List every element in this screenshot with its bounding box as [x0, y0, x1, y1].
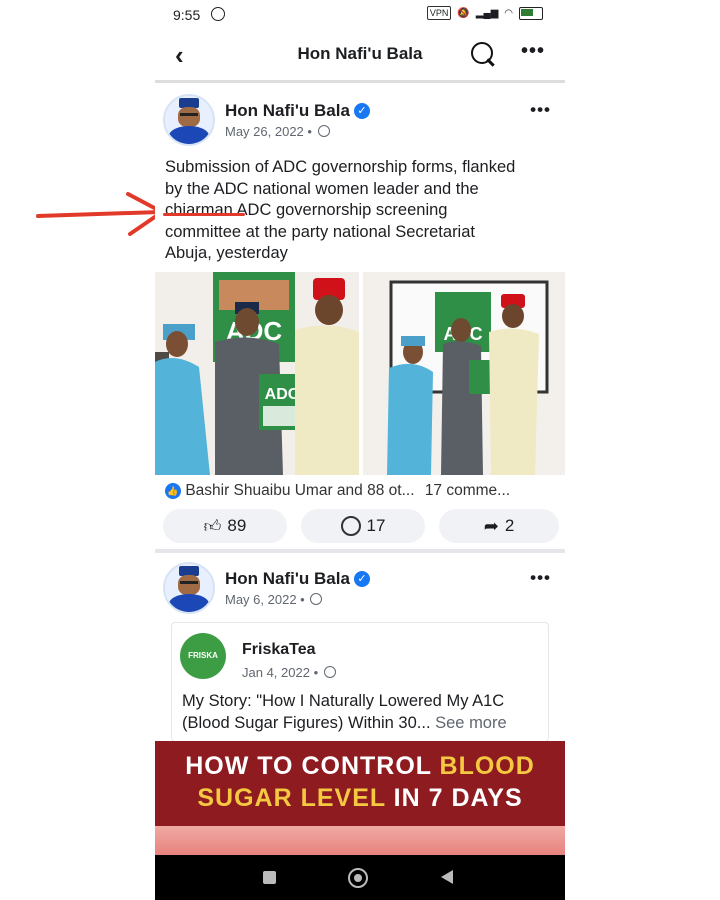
red-underline-annotation — [163, 213, 245, 216]
post-photo-left[interactable]: ADC ADC — [155, 272, 359, 475]
reactions-summary[interactable]: 👍 Bashir Shuaibu Umar and 88 ot... 17 co… — [165, 482, 560, 500]
status-bar: 9:55 VPN 🔕 ▂▄▆ ◠ — [155, 0, 565, 30]
share-button[interactable]: ➦ 2 — [439, 509, 559, 543]
recents-button[interactable] — [263, 871, 276, 884]
post-options-icon[interactable]: ••• — [530, 568, 551, 588]
search-icon[interactable] — [471, 42, 493, 64]
battery-icon — [519, 6, 543, 20]
verified-badge-icon: ✓ — [353, 103, 370, 119]
post-author[interactable]: Hon Nafi'u Bala ✓ — [225, 569, 370, 589]
post-options-icon[interactable]: ••• — [530, 100, 551, 120]
globe-icon — [310, 593, 323, 605]
shared-date: Jan 4, 2022 • — [242, 665, 336, 680]
wifi-icon: ◠ — [504, 7, 513, 19]
mute-icon: 🔕 — [457, 7, 470, 19]
avatar[interactable] — [163, 562, 215, 614]
shared-post-card[interactable]: FRISKA FriskaTea Jan 4, 2022 • My Story:… — [171, 622, 549, 742]
shared-author[interactable]: FriskaTea — [242, 641, 316, 659]
share-arrow-icon: ➦ — [483, 515, 499, 536]
status-time: 9:55 — [173, 7, 201, 23]
photo-box-text: ADC — [265, 386, 300, 403]
thumbs-up-icon: 👍︎ — [203, 516, 222, 536]
ad-image-lower[interactable] — [155, 826, 565, 855]
verified-badge-icon: ✓ — [353, 571, 370, 587]
back-button[interactable] — [441, 870, 453, 884]
like-button[interactable]: 👍︎ 89 — [163, 509, 287, 543]
comment-bubble-icon — [340, 516, 361, 536]
more-options-icon[interactable]: ••• — [521, 40, 545, 63]
globe-icon — [317, 125, 330, 137]
post-photo-right[interactable]: ADC — [363, 272, 565, 475]
page-title: Hon Nafi'u Bala — [297, 44, 423, 63]
like-reaction-icon: 👍 — [165, 483, 181, 499]
post-author[interactable]: Hon Nafi'u Bala ✓ — [225, 101, 370, 121]
whatsapp-icon — [211, 7, 225, 21]
system-nav-bar — [155, 855, 565, 900]
red-arrow-annotation — [36, 192, 164, 236]
post-date: May 6, 2022 • — [225, 592, 323, 607]
ad-banner-image[interactable]: HOW TO CONTROL BLOOD SUGAR LEVEL IN 7 DA… — [155, 741, 565, 826]
see-more-link[interactable]: See more — [435, 714, 507, 732]
post-text: Submission of ADC governorship forms, fl… — [165, 158, 516, 262]
phone-screen: 9:55 VPN 🔕 ▂▄▆ ◠ ‹ Hon Nafi'u Bala ••• H… — [155, 0, 565, 900]
post-divider — [155, 549, 565, 553]
home-button[interactable] — [348, 868, 368, 888]
vpn-icon: VPN — [426, 6, 452, 20]
app-header: ‹ Hon Nafi'u Bala ••• — [155, 30, 565, 83]
post-date: May 26, 2022 • — [225, 124, 330, 139]
globe-icon — [323, 666, 336, 678]
shared-text: My Story: "How I Naturally Lowered My A1… — [182, 692, 507, 732]
status-icons: VPN 🔕 ▂▄▆ ◠ — [426, 6, 543, 20]
avatar[interactable] — [163, 94, 215, 146]
signal-icon: ▂▄▆ — [475, 7, 499, 19]
comment-button[interactable]: 17 — [301, 509, 425, 543]
friskatea-logo[interactable]: FRISKA — [180, 633, 226, 679]
